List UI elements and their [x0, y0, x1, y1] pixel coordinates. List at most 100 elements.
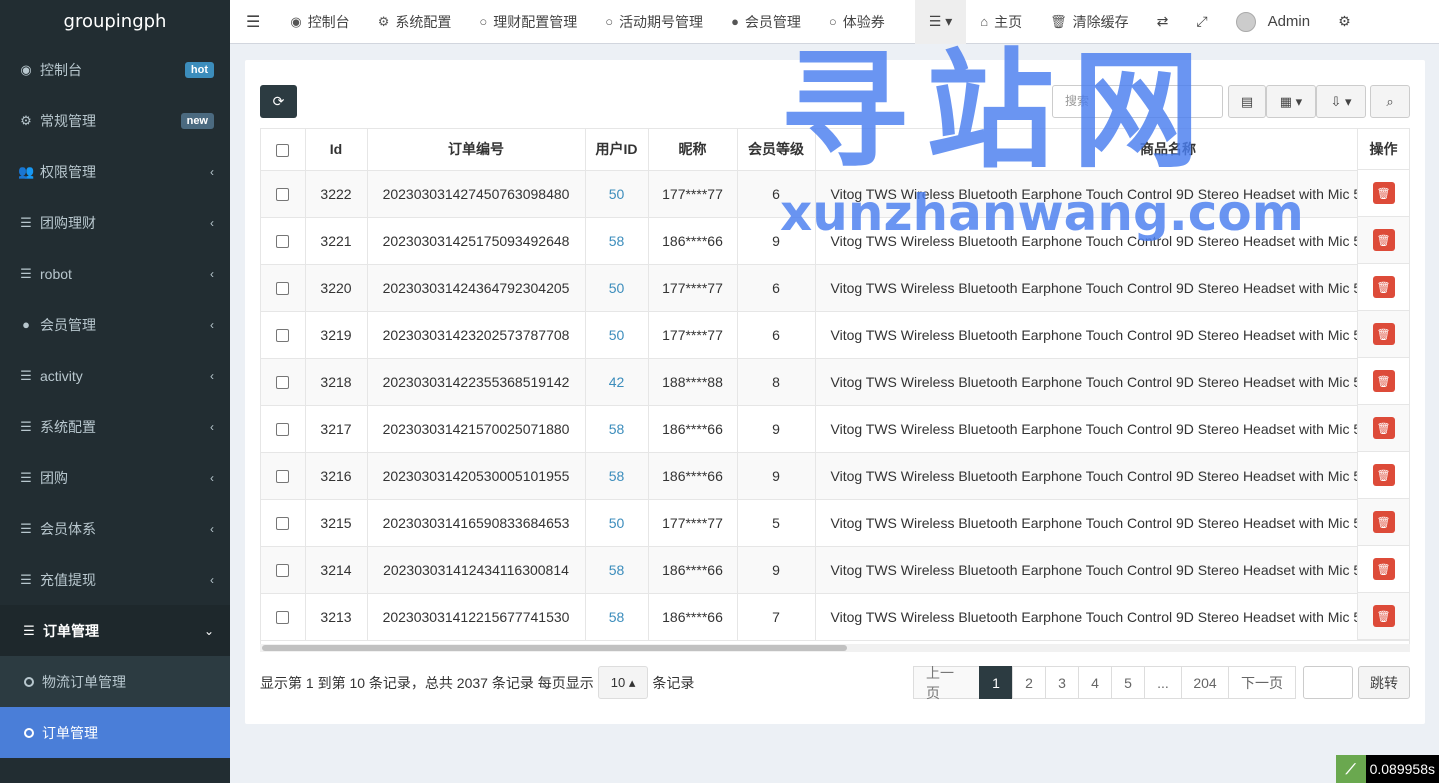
scrollbar-thumb[interactable]	[262, 645, 847, 651]
cell-member-level: 6	[737, 311, 816, 359]
page-button-5[interactable]: ...	[1144, 666, 1182, 699]
row-checkbox[interactable]	[276, 188, 290, 202]
jump-button[interactable]: 跳转	[1358, 666, 1410, 699]
settings-button[interactable]: ⚙	[1324, 0, 1365, 44]
sidebar-item-4[interactable]: ☰ robot ‹	[0, 248, 230, 299]
export-button[interactable]: ⇩ ▾	[1316, 85, 1366, 118]
user-menu[interactable]: Admin	[1222, 0, 1325, 44]
jump-page-input[interactable]	[1303, 666, 1353, 699]
top-tab-label: 体验券	[842, 13, 885, 30]
cell-user-id-link[interactable]: 50	[585, 311, 649, 359]
cell-user-id-link[interactable]: 58	[585, 217, 649, 265]
table-row[interactable]: 3220 202303031424364792304205 50 177****77 6…	[261, 264, 1409, 312]
delete-button[interactable]: 🗑	[1372, 182, 1395, 204]
sidebar-item-9[interactable]: ☰ 会员体系 ‹	[0, 503, 230, 554]
top-tab-label: 控制台	[307, 13, 350, 30]
table-row[interactable]: 3213 202303031412215677741530 58 186****66 7…	[261, 593, 1409, 641]
row-checkbox[interactable]	[276, 235, 290, 249]
sidebar-toggle-button[interactable]: ☰	[230, 0, 276, 44]
next-page-button[interactable]: 下一页	[1228, 666, 1296, 699]
page-button-3[interactable]: 4	[1078, 666, 1112, 699]
top-tab-0[interactable]: ◉ 控制台	[276, 0, 363, 44]
cell-user-id-link[interactable]: 58	[585, 593, 649, 641]
sidebar-item-0[interactable]: ◉ 控制台 hot	[0, 44, 230, 95]
col-header-user-id[interactable]: 用户ID	[585, 129, 649, 171]
delete-button[interactable]: 🗑	[1372, 558, 1395, 580]
delete-button[interactable]: 🗑	[1372, 276, 1395, 298]
col-header-id[interactable]: Id	[305, 129, 368, 171]
brand-logo[interactable]: groupingph	[0, 0, 230, 44]
debug-timer[interactable]: ⟋ 0.089958s	[1335, 755, 1439, 783]
admin-name: Admin	[1267, 13, 1311, 30]
col-header-order-no[interactable]: 订单编号	[367, 129, 586, 171]
sidebar-item-5[interactable]: ● 会员管理 ‹	[0, 299, 230, 350]
dashboard-icon: ◉	[20, 61, 32, 77]
toggle-view-button[interactable]: ▤	[1228, 85, 1266, 118]
delete-button[interactable]: 🗑	[1372, 370, 1395, 392]
top-tab-label: 会员管理	[744, 13, 801, 30]
page-button-6[interactable]: 204	[1181, 666, 1229, 699]
export-icon: ⇩ ▾	[1330, 93, 1352, 109]
table-row[interactable]: 3215 202303031416590833684653 50 177****77 5…	[261, 499, 1409, 547]
columns-button[interactable]: ▦ ▾	[1266, 85, 1316, 118]
delete-button[interactable]: 🗑	[1372, 417, 1395, 439]
row-select-cell	[261, 217, 306, 265]
cell-member-level: 6	[737, 264, 816, 312]
cell-user-id-link[interactable]: 58	[585, 452, 649, 500]
cell-user-id-link[interactable]: 58	[585, 546, 649, 594]
col-header-nickname[interactable]: 昵称	[648, 129, 738, 171]
avatar	[1235, 11, 1256, 32]
sidebar-item-8[interactable]: ☰ 团购 ‹	[0, 452, 230, 503]
top-tab-2[interactable]: ○ 理财配置管理	[465, 0, 591, 44]
action-cell: 🗑	[1358, 170, 1409, 217]
sidebar-item-6[interactable]: ☰ activity ‹	[0, 350, 230, 401]
sidebar-item-orders[interactable]: ☰ 订单管理 ⌄	[0, 605, 230, 656]
page-button-1[interactable]: 2	[1012, 666, 1046, 699]
top-tab-3[interactable]: ○ 活动期号管理	[591, 0, 717, 44]
table-row[interactable]: 3218 202303031422355368519142 42 188****88 8…	[261, 358, 1409, 406]
page-button-4[interactable]: 5	[1111, 666, 1145, 699]
orders-submenu: 物流订单管理 订单管理	[0, 656, 230, 758]
select-all-checkbox[interactable]	[276, 144, 290, 158]
sidebar-item-7[interactable]: ☰ 系统配置 ‹	[0, 401, 230, 452]
delete-button[interactable]: 🗑	[1372, 511, 1395, 533]
row-checkbox[interactable]	[276, 423, 290, 437]
row-checkbox[interactable]	[276, 376, 290, 390]
cell-user-id-link[interactable]: 50	[585, 170, 649, 218]
cell-user-id-link[interactable]: 42	[585, 358, 649, 406]
cell-user-id-link[interactable]: 50	[585, 499, 649, 547]
prev-page-button[interactable]: 上一页	[913, 665, 980, 701]
trash-icon: 🗑	[1376, 469, 1391, 482]
refresh-button[interactable]: ⟳	[260, 85, 297, 118]
search-button[interactable]: ⌕	[1370, 85, 1410, 118]
delete-button[interactable]: 🗑	[1372, 605, 1395, 627]
cell-user-id-link[interactable]: 50	[585, 264, 649, 312]
table-row[interactable]: 3216 202303031420530005101955 58 186****66 9…	[261, 452, 1409, 500]
page-button-2[interactable]: 3	[1045, 666, 1079, 699]
row-checkbox[interactable]	[276, 517, 290, 531]
delete-button[interactable]: 🗑	[1372, 323, 1395, 345]
table-row[interactable]: 3214 202303031412434116300814 58 186****66 9…	[261, 546, 1409, 594]
delete-button[interactable]: 🗑	[1372, 229, 1395, 251]
submenu-item-1[interactable]: 订单管理	[0, 707, 230, 758]
submenu-item-0[interactable]: 物流订单管理	[0, 656, 230, 707]
top-tab-1[interactable]: ⚙ 系统配置	[364, 0, 466, 44]
sidebar-item-3[interactable]: ☰ 团购理财 ‹	[0, 197, 230, 248]
table-row[interactable]: 3219 202303031423202573787708 50 177****77 6…	[261, 311, 1409, 359]
sidebar-badge: new	[180, 112, 214, 129]
sidebar-item-10[interactable]: ☰ 充值提现 ‹	[0, 554, 230, 605]
row-checkbox[interactable]	[276, 470, 290, 484]
sidebar-item-label: robot	[40, 265, 72, 282]
horizontal-scrollbar[interactable]	[260, 644, 1410, 652]
sidebar-item-1[interactable]: ⚙ 常规管理 new	[0, 95, 230, 146]
cell-user-id-link[interactable]: 58	[585, 405, 649, 453]
row-checkbox[interactable]	[276, 564, 290, 578]
table-row[interactable]: 3217 202303031421570025071880 58 186****66 9…	[261, 405, 1409, 453]
row-checkbox[interactable]	[276, 611, 290, 625]
row-checkbox[interactable]	[276, 282, 290, 296]
sidebar-item-2[interactable]: 👥 权限管理 ‹	[0, 146, 230, 197]
page-button-0[interactable]: 1	[979, 666, 1013, 699]
page-size-select[interactable]: 10 ▴	[597, 666, 649, 699]
row-checkbox[interactable]	[276, 329, 290, 343]
delete-button[interactable]: 🗑	[1372, 464, 1395, 486]
